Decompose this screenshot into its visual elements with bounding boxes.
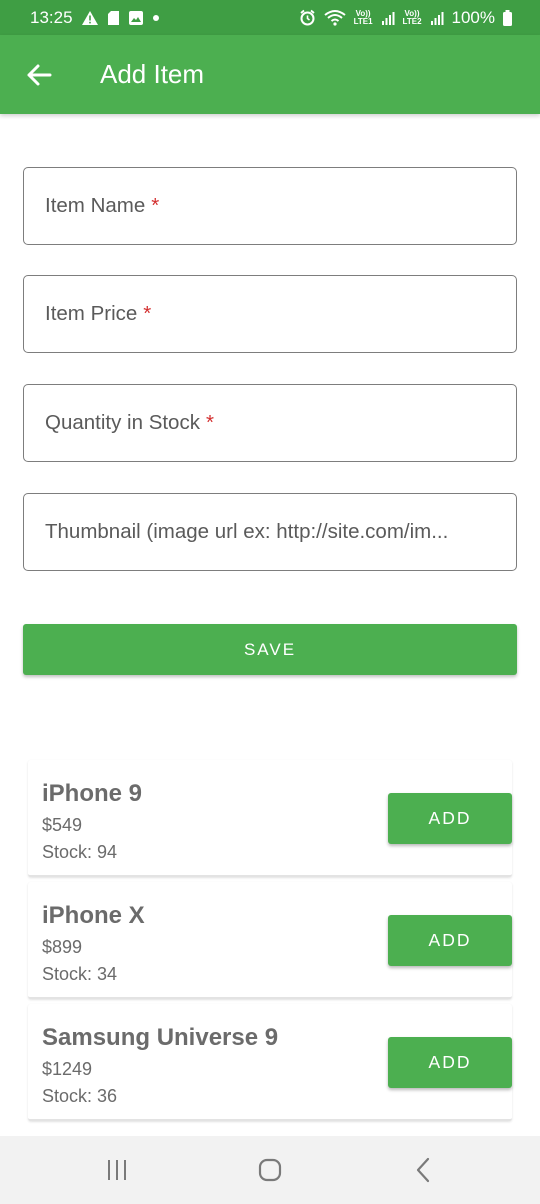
page-title: Add Item <box>100 59 205 89</box>
volte-lte2-icon: Vo)) LTE2 <box>402 9 422 26</box>
product-card: iPhone X $899 Stock: 34 ADD <box>28 882 512 999</box>
quantity-placeholder: Quantity in Stock <box>45 411 200 434</box>
add-button[interactable]: ADD <box>388 915 512 966</box>
back-button[interactable] <box>20 56 58 94</box>
product-stock: Stock: 34 <box>42 964 118 984</box>
status-right: Vo)) LTE1 Vo)) LTE2 100% <box>299 8 512 28</box>
back-nav-button[interactable] <box>393 1145 453 1195</box>
product-name: iPhone 9 <box>42 780 143 807</box>
volte1-bottom: LTE1 <box>353 16 373 26</box>
thumbnail-field[interactable]: Thumbnail (image url ex: http://site.com… <box>23 493 517 571</box>
add-button[interactable]: ADD <box>388 793 512 844</box>
back-icon <box>417 1157 430 1183</box>
product-name: Samsung Universe 9 <box>42 1024 279 1051</box>
required-mark: * <box>205 411 214 434</box>
product-card: Samsung Universe 9 $1249 Stock: 36 ADD <box>28 1004 512 1121</box>
required-mark: * <box>143 302 152 325</box>
status-time: 13:25 <box>30 7 73 27</box>
image-icon <box>128 10 144 26</box>
wifi-icon <box>323 9 346 26</box>
item-price-placeholder: Item Price <box>45 302 138 325</box>
warning-icon <box>81 10 99 26</box>
product-card: iPhone 9 $549 Stock: 94 ADD <box>28 760 512 877</box>
recent-apps-button[interactable] <box>87 1145 147 1195</box>
dot-icon <box>152 14 160 22</box>
status-left: 13:25 <box>30 8 160 28</box>
item-name-placeholder: Item Name <box>45 194 146 217</box>
required-mark: * <box>151 194 160 217</box>
item-name-field[interactable]: Item Name * <box>23 167 517 245</box>
signal-icon <box>430 11 444 25</box>
system-nav-bar <box>0 1136 540 1204</box>
recent-apps-icon <box>107 1160 126 1180</box>
volte2-bottom: LTE2 <box>402 16 422 26</box>
quantity-field[interactable]: Quantity in Stock * <box>23 384 517 462</box>
product-price: $899 <box>42 937 83 957</box>
app-bar: Add Item <box>0 35 540 114</box>
product-name: iPhone X <box>42 902 145 929</box>
battery-icon <box>503 9 512 26</box>
add-button[interactable]: ADD <box>388 1037 512 1088</box>
product-price: $549 <box>42 815 83 835</box>
product-stock: Stock: 94 <box>42 842 118 862</box>
item-price-field[interactable]: Item Price * <box>23 275 517 353</box>
save-button[interactable]: SAVE <box>23 624 517 675</box>
volte-lte1-icon: Vo)) LTE1 <box>353 9 373 26</box>
product-stock: Stock: 36 <box>42 1086 118 1106</box>
alarm-icon <box>299 9 316 26</box>
status-bar: 13:25 Vo)) LTE1 Vo)) LTE2 100% <box>0 0 540 35</box>
signal-icon <box>381 11 395 25</box>
home-button[interactable] <box>240 1145 300 1195</box>
thumbnail-placeholder: Thumbnail (image url ex: http://site.com… <box>45 520 449 543</box>
battery-percent: 100% <box>451 7 495 27</box>
product-price: $1249 <box>42 1059 93 1079</box>
home-icon <box>258 1158 282 1182</box>
sim-card-icon <box>107 10 120 26</box>
arrow-left-icon <box>27 64 52 85</box>
